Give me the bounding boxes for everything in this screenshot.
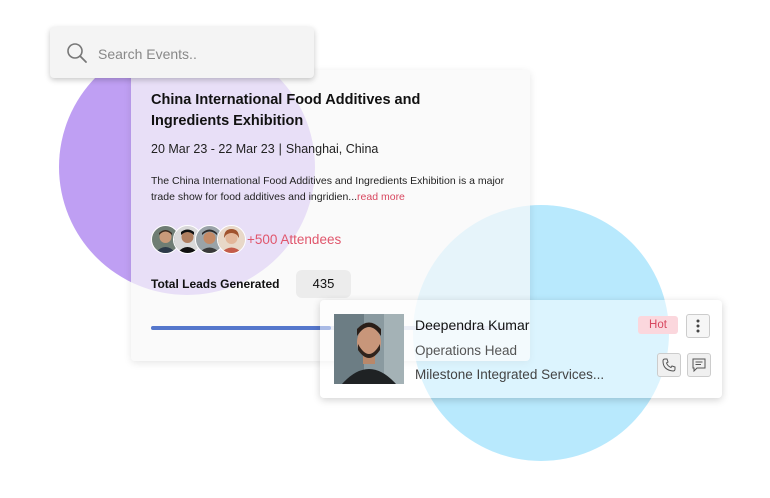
total-leads-value: 435 bbox=[296, 270, 351, 298]
read-more-link[interactable]: read more bbox=[357, 191, 405, 203]
attendee-avatars[interactable] bbox=[151, 225, 247, 254]
lead-card[interactable]: Deependra Kumar Operations Head Mileston… bbox=[320, 300, 722, 398]
message-button[interactable] bbox=[687, 353, 711, 377]
search-icon bbox=[66, 42, 88, 69]
total-leads-label: Total Leads Generated bbox=[151, 277, 280, 291]
call-button[interactable] bbox=[657, 353, 681, 377]
event-description-text: The China International Food Additives a… bbox=[151, 175, 505, 203]
search-bar[interactable] bbox=[50, 27, 314, 78]
leads-progress-fill bbox=[151, 326, 331, 330]
more-options-button[interactable] bbox=[686, 314, 710, 338]
event-meta: 20 Mar 23 - 22 Mar 23 | Shanghai, China bbox=[151, 142, 378, 156]
search-input[interactable] bbox=[96, 40, 300, 68]
lead-photo bbox=[334, 314, 404, 384]
event-title: China International Food Additives and I… bbox=[151, 92, 421, 129]
event-dates: 20 Mar 23 - 22 Mar 23 bbox=[151, 142, 275, 156]
hot-status-badge: Hot bbox=[638, 316, 678, 334]
lead-company: Milestone Integrated Services... bbox=[415, 367, 605, 382]
attendees-count[interactable]: +500 Attendees bbox=[247, 232, 341, 247]
event-location: Shanghai, China bbox=[285, 142, 379, 156]
lead-name: Deependra Kumar bbox=[415, 317, 530, 333]
lead-role: Operations Head bbox=[415, 343, 518, 358]
event-description: The China International Food Additives a… bbox=[151, 173, 511, 205]
meta-separator: | bbox=[278, 142, 282, 156]
avatar bbox=[217, 225, 246, 254]
